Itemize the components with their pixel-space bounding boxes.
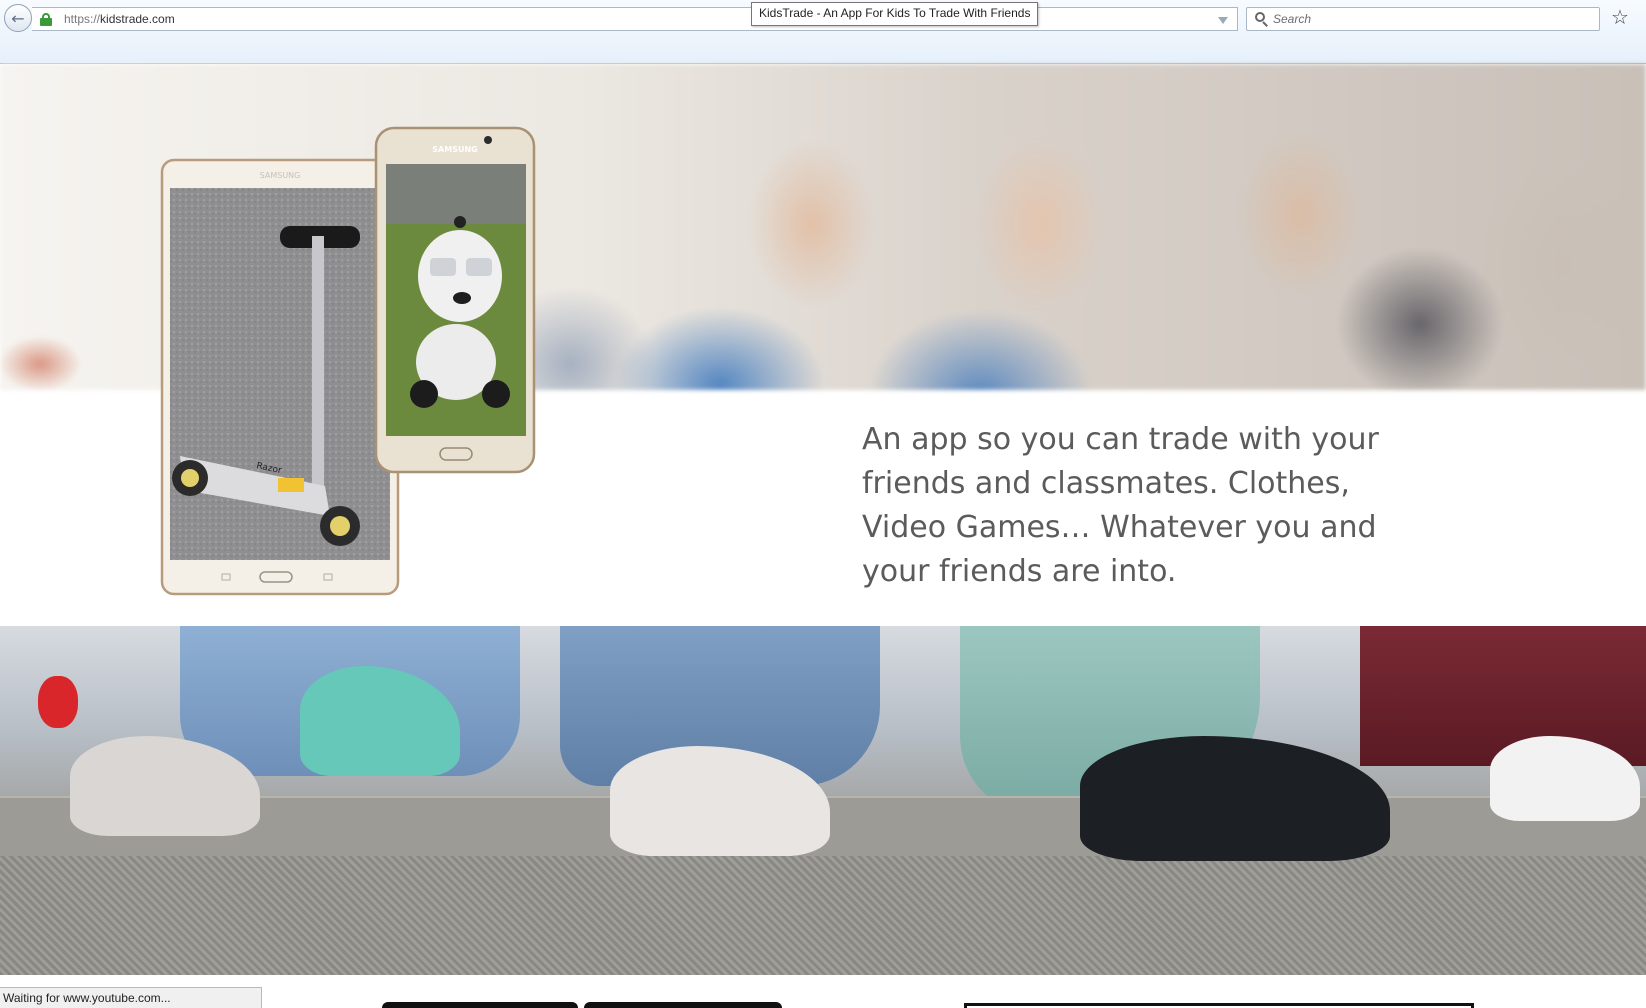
lock-icon[interactable] [40,13,52,26]
video-embed[interactable] [964,1003,1474,1008]
search-bar[interactable] [1246,7,1600,31]
sneaker [1080,736,1390,861]
search-input[interactable] [1273,10,1593,28]
back-arrow-icon: ← [11,8,25,28]
address-bar[interactable]: https://kidstrade.com ✕ [32,7,1260,31]
tablet-device: SAMSUNG Razor [160,158,400,596]
phone-brand: SAMSUNG [432,145,477,154]
tagline-text: An app so you can trade with your friend… [862,422,1379,589]
url-host: kidstrade.com [100,12,175,26]
status-bar: Waiting for www.youtube.com... [0,987,262,1008]
tablet-brand: SAMSUNG [260,171,301,180]
phone-device: SAMSUNG [374,126,536,474]
google-play-badge[interactable] [584,1002,782,1008]
tab-title-tooltip: KidsTrade - An App For Kids To Trade Wit… [751,2,1039,26]
star-icon[interactable]: ☆ [1611,4,1629,30]
devices-image: SAMSUNG Razor SAMSUNG [160,126,536,596]
app-store-badge[interactable] [382,1002,578,1008]
skateboard-wheel [38,676,78,728]
url-text[interactable]: https://kidstrade.com [64,12,175,26]
search-icon[interactable] [1255,12,1269,27]
dropdown-icon[interactable] [1218,17,1228,24]
hero-bottom-image [0,626,1646,975]
url-scheme: https:// [64,12,101,26]
back-button[interactable]: ← [4,4,32,32]
